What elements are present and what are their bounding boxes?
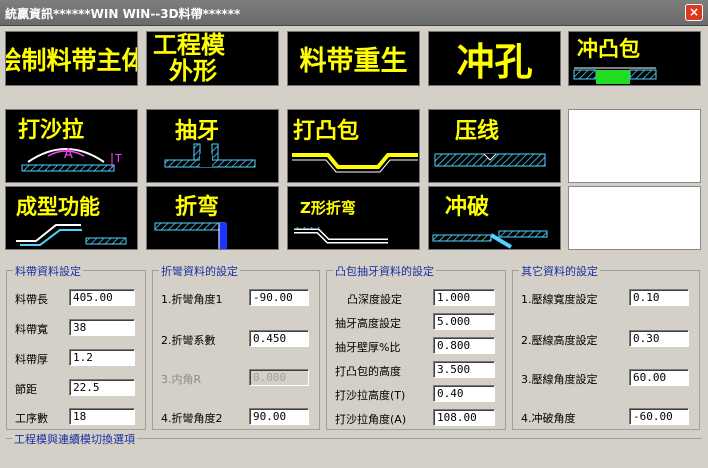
tile-label: 冲孔 <box>456 40 533 84</box>
press-line-width-label: 1.壓線寬度設定 <box>521 293 598 306</box>
bend-angle-2-label: 4.折彎角度2 <box>161 412 223 425</box>
window-title: 統贏資訊******WIN WIN--3D料帶****** <box>5 7 241 21</box>
tile-strip-regenerate[interactable]: 料带重生 <box>287 31 420 86</box>
other-settings-title: 其它資料的設定 <box>519 263 600 279</box>
tile-label: 外形 <box>169 57 217 85</box>
close-button[interactable]: × <box>685 4 703 21</box>
strip-length-label: 料帶長 <box>15 293 48 306</box>
emboss-height-input[interactable]: 3.500 <box>433 361 495 378</box>
emboss-settings-group: 凸包抽牙資料的設定 凸深度設定 1.000 抽牙高度設定 5.000 抽牙壁厚%… <box>326 263 506 430</box>
strip-thickness-input[interactable]: 1.2 <box>69 349 135 366</box>
bend-diagram <box>154 222 227 249</box>
press-line-height-input[interactable]: 0.30 <box>629 330 689 347</box>
strip-width-label: 料帶寬 <box>15 323 48 336</box>
emboss-depth-label: 凸深度設定 <box>347 293 402 306</box>
tile-empty-2 <box>568 186 701 250</box>
punch-emboss-diagram <box>573 67 657 84</box>
tap-height-label: 抽牙高度設定 <box>335 317 401 330</box>
press-line-angle-label: 3.壓線角度設定 <box>521 373 598 386</box>
tile-punch-break[interactable]: 冲破 <box>428 186 561 250</box>
tile-sala[interactable]: 打沙拉 A T <box>5 109 138 183</box>
title-bar: 統贏資訊******WIN WIN--3D料帶****** × <box>0 0 708 26</box>
pitch-label: 節距 <box>15 383 37 396</box>
emboss-settings-title: 凸包抽牙資料的設定 <box>333 263 436 279</box>
press-line-height-label: 2.壓線高度設定 <box>521 334 598 347</box>
emboss-height-label: 打凸包的高度 <box>335 365 401 378</box>
bend-angle-1-input[interactable]: -90.00 <box>249 289 309 306</box>
strip-length-input[interactable]: 405.00 <box>69 289 135 306</box>
pitch-input[interactable]: 22.5 <box>69 379 135 396</box>
tile-punch-hole[interactable]: 冲孔 <box>428 31 561 86</box>
tile-die-outline[interactable]: 工程模 外形 <box>146 31 279 86</box>
tile-z-bend[interactable]: Z形折弯 <box>287 186 420 250</box>
tile-draw-strip-body[interactable]: 绘制料带主体 <box>5 31 138 86</box>
press-line-angle-input[interactable]: 60.00 <box>629 369 689 386</box>
sala-height-input[interactable]: 0.40 <box>433 385 495 402</box>
strip-width-input[interactable]: 38 <box>69 319 135 336</box>
tile-emboss[interactable]: 打凸包 <box>287 109 420 183</box>
tile-empty-1 <box>568 109 701 183</box>
tile-bend[interactable]: 折弯 <box>146 186 279 250</box>
tile-label: 料带重生 <box>299 46 408 77</box>
tile-label: 工程模 <box>153 31 225 59</box>
sala-height-label-field: 打沙拉高度(T) <box>335 389 406 402</box>
sala-height-label: T <box>114 152 122 165</box>
tap-wall-ratio-label: 抽牙壁厚%比 <box>335 341 401 354</box>
emboss-depth-input[interactable]: 1.000 <box>433 289 495 306</box>
mode-switch-title: 工程模與連續模切換選項 <box>12 431 137 447</box>
bend-angle-2-input[interactable]: 90.00 <box>249 408 309 425</box>
forming-diagram <box>16 224 127 246</box>
station-count-input[interactable]: 18 <box>69 408 135 425</box>
bend-factor-label: 2.折彎系數 <box>161 334 216 347</box>
press-line-width-input[interactable]: 0.10 <box>629 289 689 306</box>
extrude-tap-diagram <box>164 143 256 168</box>
strip-settings-title: 料帶資料設定 <box>13 263 83 279</box>
strip-thickness-label: 料帶厚 <box>15 353 48 366</box>
bend-factor-input[interactable]: 0.450 <box>249 330 309 347</box>
tile-label: 绘制料带主体 <box>6 45 137 75</box>
sala-diagram: A T <box>21 147 122 172</box>
tile-punch-emboss[interactable]: 冲凸包 <box>568 31 701 86</box>
punch-break-angle-input[interactable]: -60.00 <box>629 408 689 425</box>
tap-height-input[interactable]: 5.000 <box>433 313 495 330</box>
sala-angle-input[interactable]: 108.00 <box>433 409 495 426</box>
tile-press-line[interactable]: 压线 <box>428 109 561 183</box>
sala-angle-label: A <box>64 147 73 162</box>
close-icon: × <box>688 5 700 19</box>
station-count-label: 工序數 <box>15 412 48 425</box>
punch-break-diagram <box>432 230 548 249</box>
emboss-diagram <box>292 153 418 173</box>
bend-settings-title: 折彎資料的設定 <box>159 263 240 279</box>
inner-radius-label: 3.内角R <box>161 373 202 386</box>
punch-break-angle-label: 4.冲破角度 <box>521 412 576 425</box>
z-bend-diagram <box>294 227 388 244</box>
inner-radius-input: 0.000 <box>249 369 309 386</box>
tile-forming[interactable]: 成型功能 <box>5 186 138 250</box>
press-line-diagram <box>434 153 546 167</box>
sala-angle-label-field: 打沙拉角度(A) <box>335 413 407 426</box>
other-settings-group: 其它資料的設定 1.壓線寬度設定 0.10 2.壓線高度設定 0.30 3.壓線… <box>512 263 700 430</box>
strip-settings-group: 料帶資料設定 料帶長 405.00 料帶寬 38 料帶厚 1.2 節距 22.5… <box>6 263 146 430</box>
tap-wall-ratio-input[interactable]: 0.800 <box>433 337 495 354</box>
tile-extrude-tap[interactable]: 抽牙 <box>146 109 279 183</box>
bend-angle-1-label: 1.折彎角度1 <box>161 293 223 306</box>
bend-settings-group: 折彎資料的設定 1.折彎角度1 -90.00 2.折彎系數 0.450 3.内角… <box>152 263 320 430</box>
